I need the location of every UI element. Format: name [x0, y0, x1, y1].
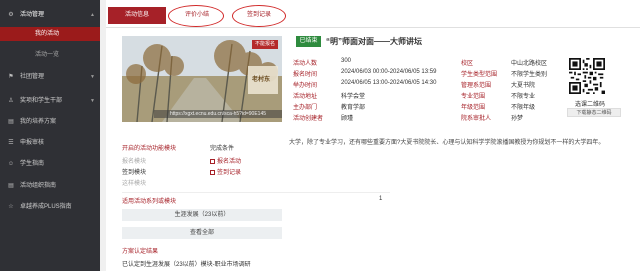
series-count: 1 — [379, 196, 383, 202]
sidebar-item-student-guide[interactable]: ☺ 学生指南 — [0, 157, 100, 171]
sidebar-item-review[interactable]: ☰ 申报审核 — [0, 136, 100, 150]
doc-icon: ▤ — [8, 183, 14, 189]
result-text: 已认定到生涯发展（23以前）模块-职业市场调研 — [122, 262, 251, 268]
done-signin[interactable]: 签到记录 — [210, 167, 241, 176]
open-modules-heading: 开启的活动功能模块 — [122, 146, 177, 152]
field-address-value: 科学会堂 — [341, 94, 366, 100]
module-signin: 签到模块 — [122, 170, 147, 176]
field-dept-range: 管理系范围 — [461, 83, 492, 89]
activity-poster: 老村东 不能报名 https://xgxt.ecnu.edu.cn/sca-h5… — [122, 36, 282, 122]
page-title: “明”师面对面——大师讲坛 — [326, 37, 422, 46]
field-hold-time: 举办时间 — [293, 83, 318, 89]
annotation-circle — [168, 5, 224, 27]
poster-url: https://xgxt.ecnu.edu.cn/sca-h5?id=90E14… — [154, 110, 282, 118]
done-conditions-heading: 完成条件 — [210, 146, 235, 152]
field-signup-time: 报名时间 — [293, 72, 318, 78]
field-creator: 活动创建者 — [293, 116, 324, 122]
done-signup[interactable]: 报名活动 — [210, 156, 241, 165]
divider — [122, 192, 390, 193]
tab-activity-info[interactable]: 活动信息 — [108, 7, 166, 24]
field-student-type-value: 不限学生类别 — [511, 72, 548, 78]
user-icon: ☺ — [7, 161, 15, 167]
download-qr-button[interactable]: 下载静态二维码 — [567, 108, 621, 117]
sidebar-item-org-guide[interactable]: ▤ 活动组织指南 — [0, 179, 100, 193]
module-other: 这样模块 — [122, 181, 147, 187]
field-approver-value: 孙梦 — [511, 116, 524, 122]
field-grade-range: 年级范围 — [461, 105, 486, 111]
field-major-range: 专业范围 — [461, 94, 486, 100]
field-campus: 校区 — [461, 61, 474, 67]
field-approver: 院系审批人 — [461, 116, 492, 122]
series-module-button[interactable]: 生涯发展（23以前） — [122, 209, 282, 221]
sidebar-item-training-plan[interactable]: ▤ 我的培养方案 — [0, 115, 100, 129]
field-signup-time-value: 2024/06/03 00:00-2024/06/05 13:59 — [341, 69, 437, 75]
qr-label: 选课二维码 — [574, 102, 605, 108]
annotation-circle — [232, 5, 286, 27]
series-heading: 适用活动系列或模块 — [122, 199, 177, 205]
list-icon: ☰ — [8, 140, 14, 146]
field-dept-range-value: 大夏书院 — [511, 83, 536, 89]
activity-description: 大学，除了专业学习，还有哪些重要方面?大夏书院院长、心理与认知科学学院滚播国教授… — [289, 140, 605, 146]
checkbox-icon — [210, 169, 215, 175]
field-grade-range-value: 不限年级 — [511, 105, 536, 111]
module-signup: 报名模块 — [122, 159, 147, 165]
chevron-down-icon: ▼ — [90, 74, 95, 80]
field-participants: 活动人数 — [293, 61, 318, 67]
main-panel: 活动信息 评价小结 签到记录 老村东 不能报名 https://xgxt.ecn… — [106, 0, 640, 271]
field-creator-value: 顾瑾 — [341, 116, 354, 122]
sidebar-item-awards[interactable]: ♙ 奖项和学生干部 ▼ — [0, 94, 100, 108]
sidebar: ⚙ 活动管理 ▲ 我的活动 活动一览 ⚑ 社团管理 ▼ ♙ 奖项和学生干部 ▼ … — [0, 0, 100, 271]
field-organizer: 主办部门 — [293, 105, 318, 111]
group-icon: ⚑ — [8, 74, 14, 80]
field-campus-value: 中山北路校区 — [511, 61, 548, 67]
result-heading: 方案认定结果 — [122, 249, 159, 255]
checkbox-icon — [210, 158, 215, 164]
field-address: 活动地址 — [293, 94, 318, 100]
field-hold-time-value: 2024/06/05 13:00-2024/06/05 14:30 — [341, 80, 437, 86]
field-student-type: 学生类型范围 — [461, 72, 498, 78]
field-organizer-value: 教育学部 — [341, 105, 366, 111]
view-all-button[interactable]: 查看全部 — [122, 227, 282, 239]
poster-sign: 老村东 — [252, 77, 271, 83]
status-badge: 已结束 — [296, 36, 321, 47]
gear-icon: ⚙ — [8, 12, 14, 18]
chevron-down-icon: ▼ — [90, 98, 95, 104]
sidebar-item-club-management[interactable]: ⚑ 社团管理 ▼ — [0, 70, 100, 84]
qr-code[interactable] — [569, 58, 605, 94]
poster-status-badge: 不能报名 — [252, 40, 278, 49]
sidebar-item-my-activities[interactable]: 我的活动 — [0, 27, 100, 41]
sidebar-item-activity-management[interactable]: ⚙ 活动管理 ▲ — [0, 8, 100, 22]
sidebar-item-plus-guide[interactable]: ☆ 卓越养成PLUS指南 — [0, 200, 100, 214]
doc-icon: ▤ — [8, 119, 14, 125]
field-participants-value: 300 — [341, 58, 352, 64]
field-major-range-value: 不限专业 — [511, 94, 536, 100]
chevron-up-icon: ▲ — [90, 12, 95, 18]
person-icon: ♙ — [8, 98, 14, 104]
sidebar-item-activity-list[interactable]: 活动一览 — [0, 48, 100, 62]
star-icon: ☆ — [8, 204, 14, 210]
tab-bar: 活动信息 评价小结 签到记录 — [106, 4, 640, 28]
